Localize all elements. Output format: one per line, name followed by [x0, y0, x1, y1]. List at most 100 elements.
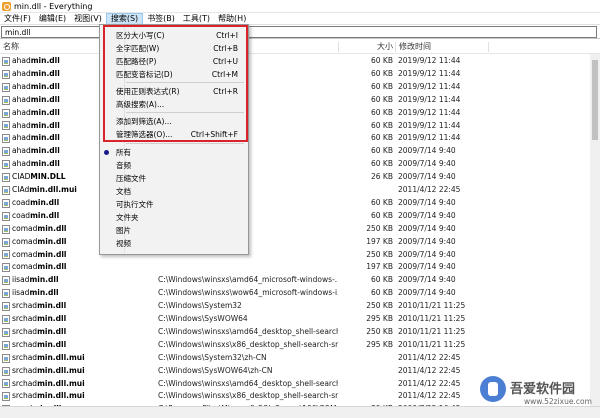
file-name-prefix: srchad [12, 352, 38, 362]
table-row[interactable]: srchadmin.dll C:\Windows\System32 250 KB 20… [0, 300, 600, 313]
file-name-match: min.dll [37, 262, 67, 272]
table-row[interactable]: ahadmin.dll 60 KB 2019/9/12 11:44 [0, 107, 600, 120]
column-name-header[interactable]: 名称 [0, 40, 19, 54]
filter-option[interactable]: 所有 [100, 146, 248, 159]
menu-item-shortcut: Ctrl+B [213, 44, 238, 53]
filter-option-label: 音频 [116, 161, 131, 170]
table-row[interactable]: comadmin.dll 197 KB 2009/7/14 9:40 [0, 261, 600, 274]
table-row[interactable]: ahadmin.dll 60 KB 2019/9/12 11:44 [0, 94, 600, 107]
row-path-cell: C:\Windows\System32\zh-CN [158, 352, 267, 362]
filter-option[interactable]: 图片 [100, 224, 248, 237]
menu-item-option[interactable]: 匹配变音标记(D) Ctrl+M [100, 68, 248, 81]
file-name-match: min.dll [37, 249, 67, 259]
table-row[interactable]: comadmin.dll 197 KB 2009/7/14 9:40 [0, 236, 600, 249]
filter-option-label: 压缩文件 [116, 174, 146, 183]
file-icon [2, 147, 10, 157]
menu-item-option[interactable]: 匹配路径(P) Ctrl+U [100, 55, 248, 68]
table-row[interactable]: coadmin.dll 60 KB 2009/7/14 9:40 [0, 197, 600, 210]
table-row[interactable]: ahadmin.dll 60 KB 2019/9/12 11:44 [0, 120, 600, 133]
table-row[interactable]: srchadmin.dll C:\Windows\winsxs\x86_deskt… [0, 339, 600, 352]
menu-item-option[interactable]: 使用正则表达式(R) Ctrl+R [100, 85, 248, 98]
menu-tools[interactable]: 工具(T) [179, 13, 214, 25]
file-icon [2, 237, 10, 247]
table-row[interactable]: coadmin.dll 60 KB 2009/7/14 9:40 [0, 210, 600, 223]
filter-option[interactable]: 音频 [100, 159, 248, 172]
row-date-cell: 2010/11/21 11:25 [398, 314, 466, 323]
menu-item-option[interactable]: 全字匹配(W) Ctrl+B [100, 42, 248, 55]
menu-file[interactable]: 文件(F) [0, 13, 35, 25]
row-date-cell: 2019/9/12 11:44 [398, 56, 461, 65]
file-name-prefix: srchad [12, 301, 38, 311]
file-name-match: min.dll [29, 275, 59, 285]
file-name-prefix: ahad [12, 146, 31, 156]
filter-option[interactable]: 可执行文件 [100, 198, 248, 211]
table-row[interactable]: srchadmin.dll C:\Windows\winsxs\amd64_des… [0, 326, 600, 339]
table-row[interactable]: ahadmin.dll 60 KB 2019/9/12 11:44 [0, 55, 600, 68]
filter-option[interactable]: 文档 [100, 185, 248, 198]
row-date-cell: 2009/7/14 9:40 [398, 197, 456, 207]
file-icon [2, 198, 10, 208]
column-date-header[interactable]: 修改时间 [396, 40, 431, 54]
file-name-match: min.dll [30, 133, 60, 143]
window-title: min.dll - Everything [14, 1, 93, 11]
row-path-cell: C:\Windows\SysWOW64 [158, 314, 248, 323]
row-size-cell: 197 KB [366, 236, 393, 246]
file-icon [2, 289, 10, 299]
file-name-match: min.dll [37, 339, 67, 349]
table-row[interactable]: srchadmin.dll.mui C:\Windows\System32\zh-… [0, 352, 600, 365]
table-row[interactable]: ahadmin.dll 60 KB 2019/9/12 11:44 [0, 81, 600, 94]
table-row[interactable]: ahadmin.dll 60 KB 2019/9/12 11:44 [0, 132, 600, 145]
table-row[interactable]: ahadmin.dll 60 KB 2009/7/14 9:40 [0, 145, 600, 158]
row-size-cell: 60 KB [371, 133, 393, 143]
file-name-match: min.dll.mui [37, 365, 85, 375]
file-name-prefix: ahad [12, 159, 31, 169]
menu-view[interactable]: 视图(V) [70, 13, 106, 25]
menu-item-option[interactable]: 添加到筛选(A)... [100, 115, 248, 128]
row-size-cell: 60 KB [371, 210, 393, 220]
search-input[interactable] [1, 26, 597, 38]
table-row[interactable]: ahadmin.dll 60 KB 2009/7/14 9:40 [0, 158, 600, 171]
menu-separator [126, 112, 244, 113]
row-date-cell: 2009/7/14 9:40 [398, 262, 456, 272]
vertical-scrollbar[interactable] [590, 54, 600, 406]
file-name-match: min.dll [30, 94, 60, 104]
filter-option-label: 文档 [116, 187, 131, 196]
column-divider[interactable] [338, 42, 339, 52]
table-row[interactable]: srchadmin.dll C:\Windows\SysWOW64 295 KB 20… [0, 313, 600, 326]
menu-bookmarks[interactable]: 书签(B) [143, 13, 179, 25]
menu-search[interactable]: 搜索(S) [105, 12, 144, 25]
filter-option[interactable]: 视频 [100, 237, 248, 250]
file-name-prefix: CIAD [12, 172, 31, 182]
results-list: ahadmin.dll 60 KB 2019/9/12 11:44 ahadmin.d… [0, 55, 600, 406]
scrollbar-thumb[interactable] [592, 60, 598, 140]
table-row[interactable]: ahadmin.dll 60 KB 2019/9/12 11:44 [0, 68, 600, 81]
row-size-cell [338, 184, 393, 197]
table-row[interactable]: CIAdmin.dll.mui 2011/4/12 22:45 [0, 184, 600, 197]
table-row[interactable]: iisadmin.dll C:\Windows\winsxs\amd64_micr… [0, 274, 600, 287]
menu-edit[interactable]: 编辑(E) [35, 13, 70, 25]
column-divider[interactable] [488, 42, 489, 52]
menu-item-label: 区分大小写(C) [116, 31, 165, 40]
menu-item-option[interactable]: 管理筛选器(O)... Ctrl+Shift+F [100, 128, 248, 141]
row-date-cell: 2019/9/12 11:44 [398, 94, 461, 104]
menu-help[interactable]: 帮助(H) [214, 13, 250, 25]
row-size-cell: 250 KB [366, 326, 393, 336]
row-date-cell: 2009/7/14 9:40 [398, 223, 456, 233]
row-date-cell: 2009/7/14 9:40 [398, 288, 456, 298]
file-name-match: min.dll [37, 223, 67, 233]
filter-option[interactable]: 文件夹 [100, 211, 248, 224]
table-row[interactable]: iisadmin.dll C:\Windows\winsxs\wow64_micr… [0, 287, 600, 300]
table-row[interactable]: comadmin.dll 250 KB 2009/7/14 9:40 [0, 223, 600, 236]
row-name-cell: srchadmin.dll.mui [2, 378, 152, 391]
row-date-cell: 2009/7/14 9:40 [398, 249, 456, 259]
file-name-prefix: coad [12, 197, 31, 207]
menu-item-option[interactable]: 区分大小写(C) Ctrl+I [100, 29, 248, 42]
filter-option[interactable]: 压缩文件 [100, 172, 248, 185]
table-row[interactable]: CIADMIN.DLL 26 KB 2009/7/14 9:40 [0, 171, 600, 184]
table-row[interactable]: comadmin.dll 250 KB 2009/7/14 9:40 [0, 249, 600, 262]
column-size-header[interactable]: 大小 [374, 40, 393, 54]
menu-item-option[interactable]: 高级搜索(A)... [100, 98, 248, 111]
row-size-cell [338, 390, 393, 403]
row-size-cell: 60 KB [371, 197, 393, 207]
row-date-cell: 2010/11/21 11:25 [398, 326, 466, 336]
